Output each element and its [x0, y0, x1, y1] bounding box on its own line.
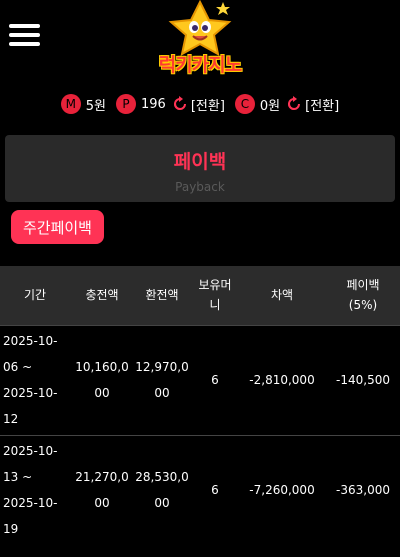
- page-subtitle: Payback: [175, 180, 225, 194]
- cell-period: 2025-10-06 ~ 2025-10-12: [3, 334, 58, 426]
- page-title: 페이백: [173, 151, 227, 173]
- balance-bar: M 5원 P 196 [전환] C 0원 [전환]: [0, 78, 400, 130]
- cell-exchange: 12,970,000: [135, 360, 189, 400]
- p-balance-value: 196: [141, 96, 166, 112]
- p-balance: P 196 [전환]: [116, 94, 225, 114]
- page-title-box: 페이백 Payback: [5, 135, 395, 202]
- c-badge-icon: C: [234, 94, 255, 114]
- cell-money: 6: [211, 483, 219, 498]
- header-money: 보유머니: [198, 278, 232, 313]
- header-charge: 충전액: [85, 288, 119, 303]
- refresh-icon[interactable]: [286, 96, 302, 112]
- p-convert-button[interactable]: [전환]: [191, 95, 225, 114]
- cell-payback: -140,500: [336, 373, 390, 387]
- cell-exchange: 28,530,000: [135, 470, 189, 511]
- m-balance: M 5원: [60, 94, 106, 114]
- c-balance-value: 0원: [259, 98, 281, 114]
- star-mascot-icon: [168, 0, 232, 56]
- cell-payback: -363,000: [336, 483, 390, 498]
- m-badge-icon: M: [60, 94, 81, 114]
- cell-money: 6: [211, 373, 219, 387]
- site-logo[interactable]: 럭키카지노: [143, 0, 257, 78]
- cell-charge: 21,270,000: [75, 470, 129, 511]
- c-convert-button[interactable]: [전환]: [305, 95, 339, 114]
- top-bar: 럭키카지노: [0, 0, 400, 78]
- p-badge-icon: P: [116, 94, 136, 114]
- header-diff: 차액: [270, 288, 294, 303]
- logo-text: 럭키카지노: [158, 54, 242, 76]
- table-row: 2025-10-06 ~ 2025-10-12 10,160,000 12,97…: [0, 325, 400, 435]
- header-period: 기간: [23, 288, 47, 303]
- table-row: 2025-10-13 ~ 2025-10-19 21,270,000 28,53…: [0, 435, 400, 545]
- header-exchange: 환전액: [145, 288, 179, 303]
- cell-diff: -7,260,000: [249, 483, 315, 498]
- c-balance: C 0원 [전환]: [234, 94, 339, 114]
- cell-charge: 10,160,000: [75, 360, 129, 400]
- weekly-payback-button[interactable]: 주간페이백: [11, 210, 104, 244]
- header-payback: 페이백 (5%): [346, 278, 380, 313]
- cell-diff: -2,810,000: [249, 373, 315, 387]
- menu-icon[interactable]: [9, 24, 40, 46]
- refresh-icon[interactable]: [172, 96, 188, 112]
- table-header-row: 기간 충전액 환전액 보유머니 차액 페이백 (5%): [0, 266, 400, 325]
- payback-table: 기간 충전액 환전액 보유머니 차액 페이백 (5%) 2025-10-06 ~…: [0, 266, 400, 545]
- cell-period: 2025-10-13 ~ 2025-10-19: [3, 444, 58, 537]
- m-balance-value: 5원: [85, 98, 106, 114]
